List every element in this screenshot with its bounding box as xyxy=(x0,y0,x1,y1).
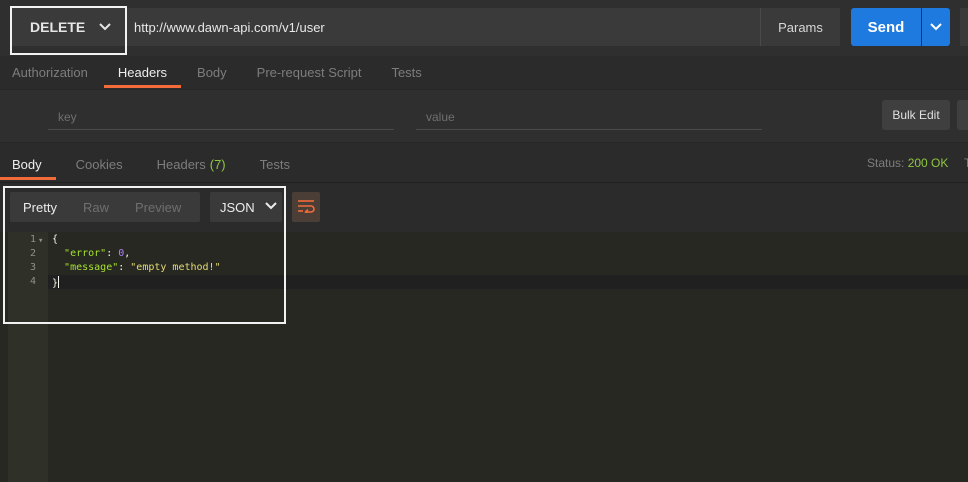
presets-button[interactable] xyxy=(957,100,968,130)
status-value: 200 OK xyxy=(907,156,949,170)
tab-body[interactable]: Body xyxy=(197,56,227,88)
url-text: http://www.dawn-api.com/v1/user xyxy=(134,19,325,35)
tab-response-tests[interactable]: Tests xyxy=(260,148,290,180)
chevron-down-icon xyxy=(99,20,111,34)
wrap-lines-icon xyxy=(297,199,315,216)
tab-response-headers[interactable]: Headers (7) xyxy=(157,148,226,180)
text-cursor xyxy=(58,276,60,288)
fold-arrow-icon[interactable]: ▾ xyxy=(38,236,43,246)
view-mode-pretty[interactable]: Pretty xyxy=(10,192,70,222)
tab-headers[interactable]: Headers xyxy=(103,56,182,88)
code-line-3: "message": "empty method!" xyxy=(64,262,221,273)
send-label: Send xyxy=(867,18,905,36)
chevron-down-icon xyxy=(264,201,277,213)
chevron-down-icon xyxy=(930,20,942,34)
params-label: Params xyxy=(778,19,823,35)
view-mode-raw[interactable]: Raw xyxy=(70,192,122,222)
header-value-input[interactable]: value xyxy=(416,104,762,130)
line-number: 4 xyxy=(29,276,36,287)
wrap-lines-button[interactable] xyxy=(292,192,320,222)
view-mode-switcher: Pretty Raw Preview xyxy=(10,192,200,222)
header-key-input[interactable]: key xyxy=(48,104,394,130)
line-number: 1 xyxy=(29,234,36,245)
time-label-edge: T xyxy=(964,156,968,170)
send-dropdown-button[interactable] xyxy=(922,8,950,46)
tab-authorization[interactable]: Authorization xyxy=(12,56,88,88)
params-button[interactable]: Params xyxy=(760,8,840,46)
line-number: 3 xyxy=(29,262,36,273)
code-line-2: "error": 0, xyxy=(64,248,131,259)
tab-pre-request-script[interactable]: Pre-request Script xyxy=(257,56,362,88)
tab-tests[interactable]: Tests xyxy=(391,56,421,88)
headers-count-badge: (7) xyxy=(209,156,226,172)
send-button[interactable]: Send xyxy=(851,8,921,46)
code-line-1: { xyxy=(52,234,59,245)
code-line-4: } xyxy=(52,276,60,289)
tab-cookies[interactable]: Cookies xyxy=(76,148,123,180)
bulk-edit-button[interactable]: Bulk Edit xyxy=(882,100,950,130)
url-input[interactable]: http://www.dawn-api.com/v1/user xyxy=(124,8,760,46)
method-label: DELETE xyxy=(30,19,86,35)
active-line-highlight xyxy=(48,275,968,289)
request-tabs: Authorization Headers Body Pre-request S… xyxy=(12,56,452,90)
view-mode-preview[interactable]: Preview xyxy=(122,192,194,222)
tab-response-body[interactable]: Body xyxy=(0,148,56,180)
line-number: 2 xyxy=(29,248,36,259)
method-dropdown[interactable]: DELETE xyxy=(12,8,124,46)
response-tabs: Body Cookies Headers (7) Tests xyxy=(0,148,324,181)
save-button[interactable] xyxy=(960,8,968,46)
format-dropdown[interactable]: JSON xyxy=(210,192,282,222)
response-status: Status: 200 OK xyxy=(867,156,949,170)
